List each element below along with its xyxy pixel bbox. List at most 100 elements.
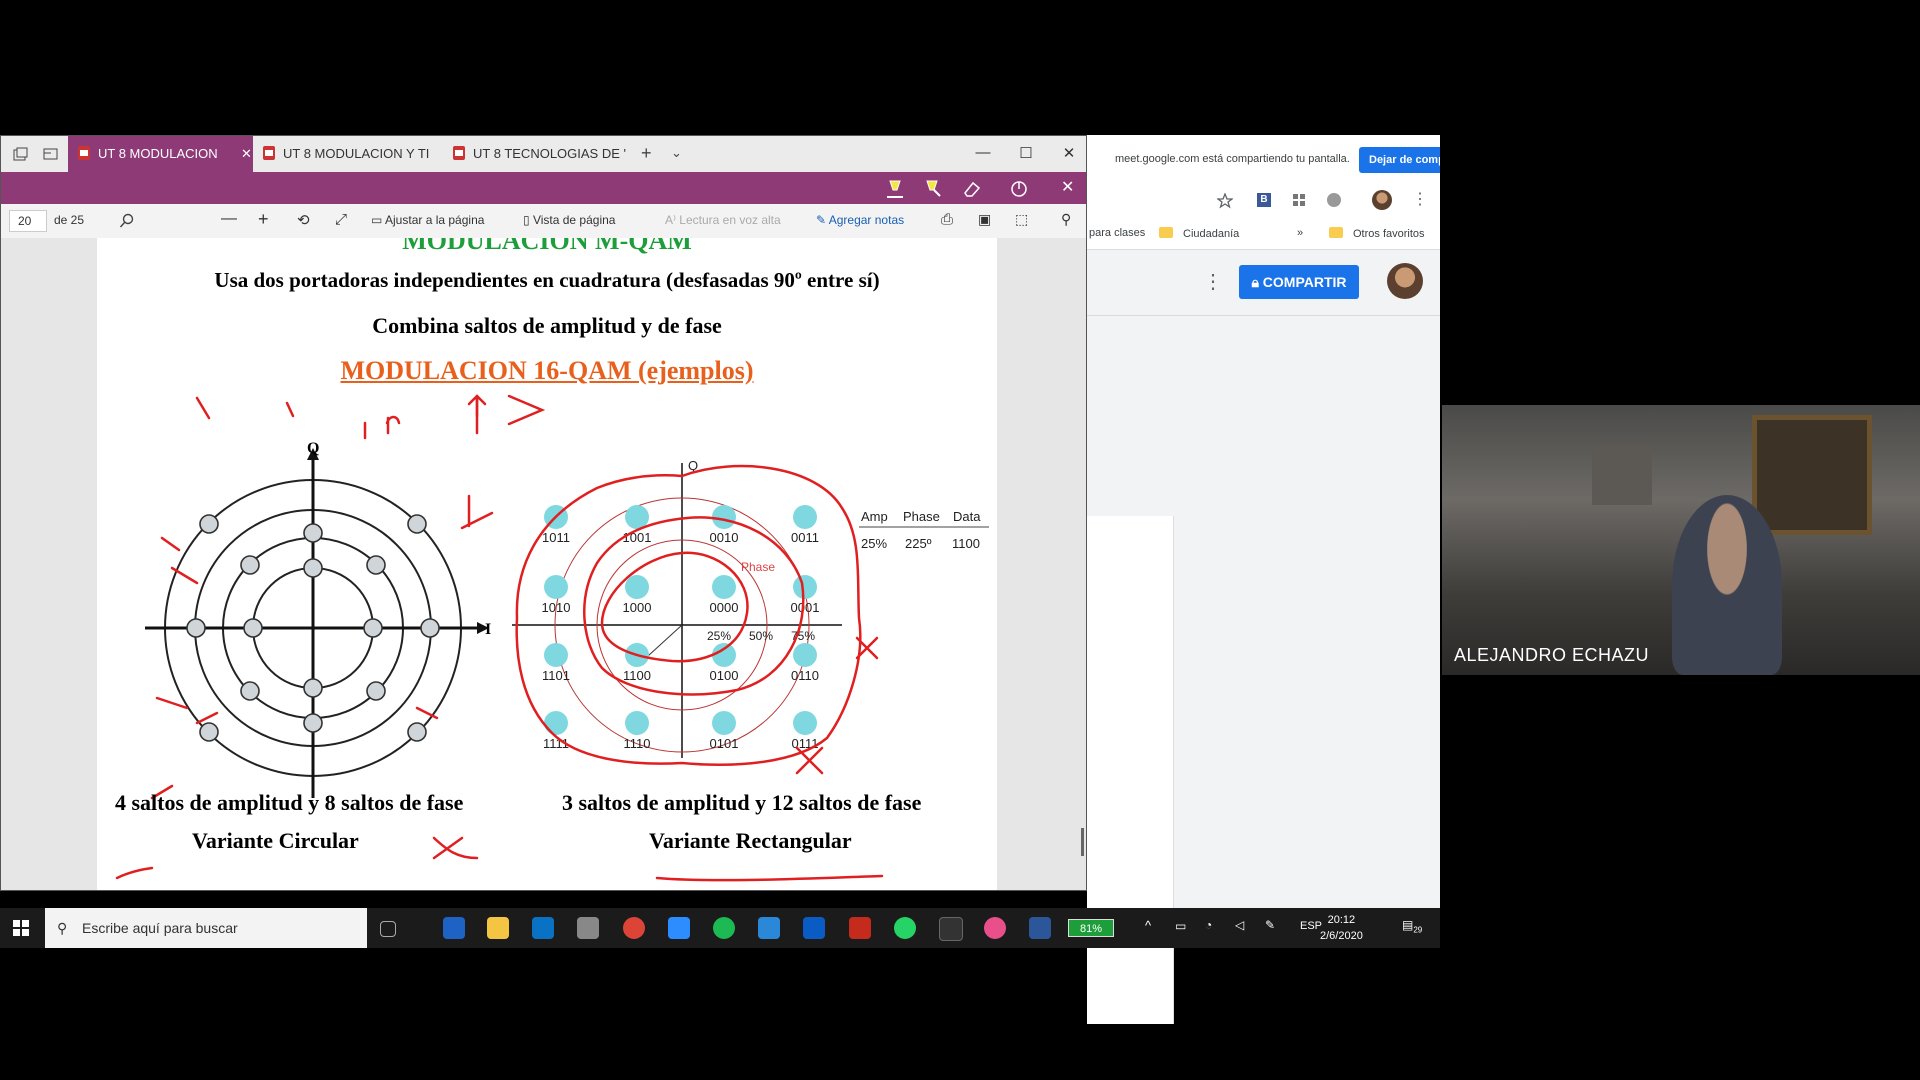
- chevron-up-icon[interactable]: ^: [1145, 918, 1151, 933]
- participant-video-tile[interactable]: ALEJANDRO ECHAZU: [1442, 405, 1920, 675]
- language-indicator[interactable]: ESP: [1300, 920, 1322, 932]
- windows-taskbar: ⚲ Escribe aquí para buscar 81% ^ ▭ ◔ ◁ ✎…: [0, 908, 1440, 948]
- page-total: de 25: [54, 213, 85, 227]
- axis-i-label: I: [485, 621, 491, 638]
- close-window-icon[interactable]: ✕: [1054, 144, 1084, 162]
- rotate-icon[interactable]: ⟲: [297, 211, 310, 229]
- circular-constellation: [145, 448, 489, 798]
- share-notice: meet.google.com está compartiendo tu pan…: [1115, 153, 1350, 165]
- highlighter-icon[interactable]: [884, 178, 906, 200]
- zoom-in-icon[interactable]: +: [258, 209, 269, 230]
- set-tabs-aside-icon[interactable]: [43, 147, 58, 161]
- mail-icon[interactable]: [803, 917, 825, 939]
- fit-page-icon: ▭: [371, 213, 383, 227]
- close-ink-icon[interactable]: ✕: [1061, 177, 1074, 197]
- save-as-icon[interactable]: ⬚: [1015, 211, 1028, 228]
- stop-sharing-button[interactable]: Dejar de compartir: [1359, 147, 1440, 173]
- app-icon[interactable]: [577, 917, 599, 939]
- bookmark-ciudadania[interactable]: Ciudadanía: [1159, 227, 1239, 240]
- pdf-icon: [78, 146, 90, 160]
- bookmark-para-clases[interactable]: para clases: [1089, 227, 1145, 239]
- code-label: 0101: [710, 736, 739, 751]
- more-options-icon[interactable]: ⋮: [1203, 269, 1223, 294]
- extension-b-icon[interactable]: B: [1257, 193, 1271, 207]
- close-tab-icon[interactable]: ✕: [241, 136, 252, 172]
- edge-pdf-window: UT 8 MODULACION ✕ UT 8 MODULACION Y TI UT…: [0, 135, 1087, 891]
- zoom-icon[interactable]: [668, 917, 690, 939]
- maximize-icon[interactable]: ☐: [1011, 144, 1041, 162]
- time: 20:12: [1327, 914, 1356, 926]
- notifications-icon[interactable]: ▤29: [1402, 918, 1422, 934]
- wifi-icon[interactable]: ◔: [1205, 918, 1212, 932]
- taskbar-search-input[interactable]: ⚲ Escribe aquí para buscar: [45, 908, 367, 948]
- search-icon[interactable]: [119, 213, 135, 229]
- right-caption: 3 saltos de amplitud y 12 saltos de fase: [562, 790, 922, 815]
- share-doc-button[interactable]: 🔒︎ COMPARTIR: [1239, 265, 1359, 299]
- filezilla-icon[interactable]: [849, 917, 871, 939]
- star-icon[interactable]: [1217, 193, 1233, 209]
- spotify-icon[interactable]: [713, 917, 735, 939]
- volume-icon[interactable]: ◁: [1235, 918, 1244, 932]
- code-label: 0110: [791, 668, 819, 683]
- code-label: 0010: [710, 530, 739, 545]
- table-cell: 1100: [952, 536, 980, 551]
- battery-indicator[interactable]: 81%: [1068, 919, 1114, 937]
- pen-highlight-icon[interactable]: [922, 178, 944, 200]
- tab-actions-icon[interactable]: [13, 147, 28, 161]
- tab-list-chevron-icon[interactable]: ⌄: [671, 145, 682, 161]
- account-avatar[interactable]: [1387, 263, 1423, 299]
- eraser-icon[interactable]: [961, 178, 983, 200]
- read-aloud-button[interactable]: A⁾ Lectura en voz alta: [665, 213, 781, 227]
- windows-start-icon[interactable]: [13, 920, 29, 936]
- code-label: 1001: [623, 530, 652, 545]
- grid-extension-icon[interactable]: [1292, 193, 1306, 207]
- terminal-icon[interactable]: [939, 917, 963, 941]
- pin-toolbar-icon[interactable]: ⚲: [1061, 211, 1071, 228]
- extension-circle-icon[interactable]: [1327, 193, 1341, 207]
- left-caption: 4 saltos de amplitud y 8 saltos de fase: [115, 790, 464, 815]
- fit-page-button[interactable]: ▭ Ajustar a la página: [371, 213, 484, 227]
- scrollbar-thumb[interactable]: [1081, 828, 1084, 856]
- chrome-menu-icon[interactable]: ⋮: [1412, 189, 1428, 209]
- table-header: Data: [953, 509, 981, 524]
- device-icon[interactable]: ▭: [1175, 919, 1186, 933]
- chrome-icon[interactable]: [623, 917, 645, 939]
- outlook-icon[interactable]: [532, 917, 554, 939]
- minimize-icon[interactable]: —: [968, 144, 998, 161]
- word-icon[interactable]: [1029, 917, 1051, 939]
- task-view-icon[interactable]: [380, 921, 396, 937]
- fullscreen-icon[interactable]: ⤢: [335, 211, 347, 228]
- bookmarks-overflow[interactable]: »: [1297, 227, 1303, 239]
- folder-icon: [1159, 227, 1173, 238]
- pct-label: 50%: [749, 629, 773, 643]
- zoom-out-icon[interactable]: —: [221, 210, 237, 228]
- pen-icon[interactable]: ✎: [1265, 918, 1275, 932]
- add-notes-button[interactable]: ✎ Agregar notas: [816, 213, 904, 227]
- tab-bar: UT 8 MODULACION ✕ UT 8 MODULACION Y TI UT…: [1, 136, 1086, 172]
- address-row: B ⋮: [1087, 183, 1440, 219]
- screen-share-bar: meet.google.com está compartiendo tu pan…: [1087, 135, 1440, 184]
- save-icon[interactable]: ▣: [978, 211, 991, 228]
- code-label: 1010: [542, 600, 571, 615]
- profile-avatar-icon[interactable]: [1372, 190, 1392, 210]
- lock-icon: 🔒︎: [1251, 274, 1259, 290]
- tab-ut8-modulacion[interactable]: UT 8 MODULACION ✕: [68, 136, 253, 172]
- l-app-icon[interactable]: [758, 917, 780, 939]
- code-label: 0100: [710, 668, 739, 683]
- bookmark-otros-favoritos[interactable]: Otros favoritos: [1329, 227, 1425, 240]
- new-tab-icon[interactable]: +: [641, 143, 652, 164]
- page-view-button[interactable]: ▯ Vista de página: [523, 213, 615, 227]
- pdf-content: MODULACION M-QAM Usa dos portadoras inde…: [1, 238, 1086, 890]
- edge-app-icon[interactable]: [443, 917, 465, 939]
- print-icon[interactable]: ⎙: [941, 211, 953, 228]
- bookmarks-bar: para clases Ciudadanía » Otros favoritos: [1087, 219, 1440, 250]
- tab-ut8-modulacion-y-ti[interactable]: UT 8 MODULACION Y TI: [263, 136, 443, 172]
- page-number-input[interactable]: 20: [9, 210, 47, 232]
- clock[interactable]: 20:12 2/6/2020: [1320, 912, 1363, 944]
- whatsapp-icon[interactable]: [894, 917, 916, 939]
- color-app-icon[interactable]: [984, 917, 1006, 939]
- touch-writing-icon[interactable]: [1008, 178, 1030, 200]
- code-label: 0111: [792, 736, 819, 751]
- file-explorer-icon[interactable]: [487, 917, 509, 939]
- tab-ut8-tecnologias[interactable]: UT 8 TECNOLOGIAS DE ': [453, 136, 633, 172]
